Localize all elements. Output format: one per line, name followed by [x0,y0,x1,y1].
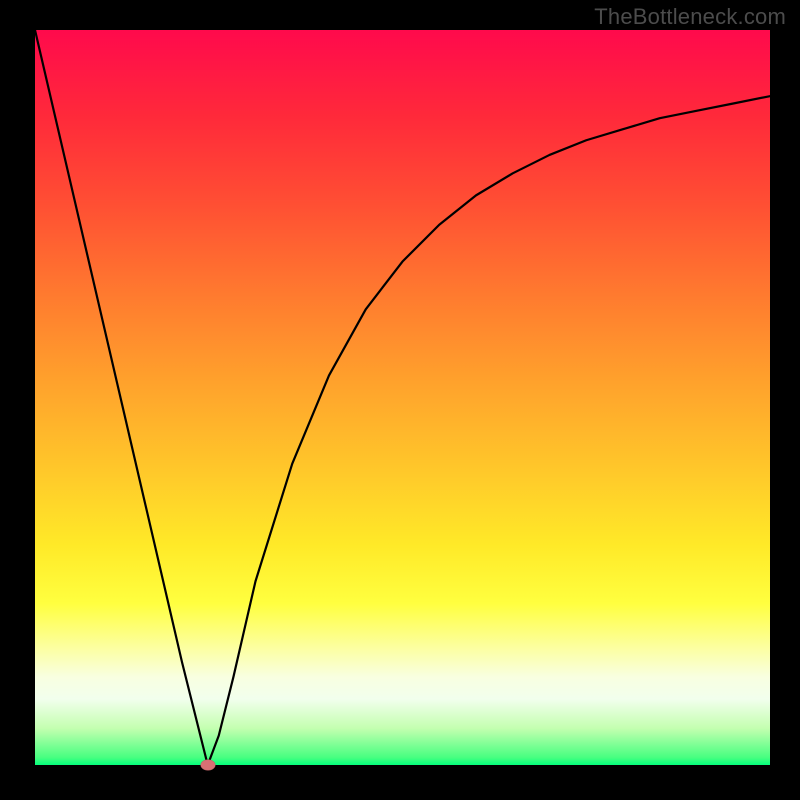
watermark-text: TheBottleneck.com [594,4,786,30]
min-point-marker [200,760,215,771]
bottleneck-curve [35,30,770,765]
plot-area [35,30,770,765]
chart-frame: TheBottleneck.com [0,0,800,800]
